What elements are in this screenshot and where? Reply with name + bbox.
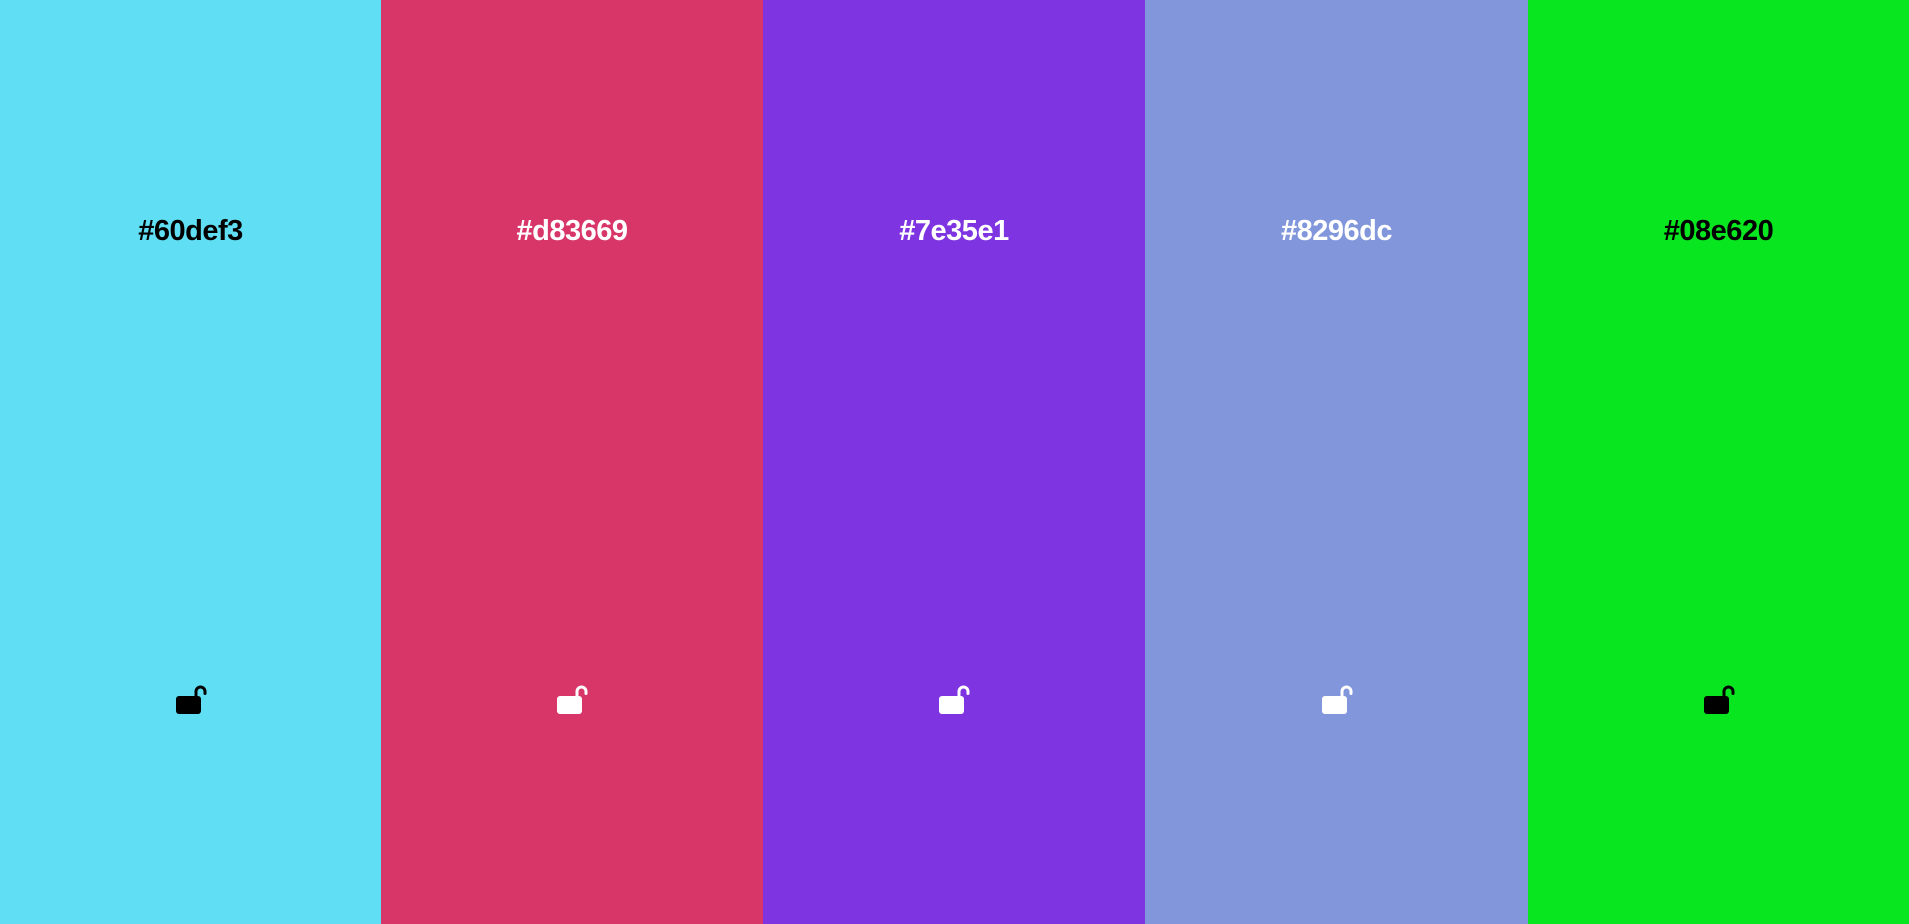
hex-code-label[interactable]: #60def3 [0, 211, 381, 251]
lock-toggle-button[interactable] [1699, 679, 1739, 719]
color-swatch: #d83669 [381, 0, 763, 924]
unlocked-padlock-icon [1703, 685, 1734, 714]
color-swatch: #60def3 [0, 0, 381, 924]
color-swatch: #08e620 [1528, 0, 1909, 924]
hex-code-label[interactable]: #7e35e1 [763, 211, 1145, 251]
lock-toggle-button[interactable] [1317, 679, 1357, 719]
lock-toggle-button[interactable] [934, 679, 974, 719]
hex-code-label[interactable]: #8296dc [1145, 211, 1528, 251]
hex-code-label[interactable]: #d83669 [381, 211, 763, 251]
lock-toggle-button[interactable] [552, 679, 592, 719]
color-swatch: #8296dc [1145, 0, 1528, 924]
color-swatch: #7e35e1 [763, 0, 1145, 924]
color-palette: #60def3 #d83669 #7e35e1 #8296dc #08e620 [0, 0, 1909, 924]
unlocked-padlock-icon [939, 685, 970, 714]
unlocked-padlock-icon [175, 685, 206, 714]
hex-code-label[interactable]: #08e620 [1528, 211, 1909, 251]
unlocked-padlock-icon [557, 685, 588, 714]
lock-toggle-button[interactable] [171, 679, 211, 719]
unlocked-padlock-icon [1321, 685, 1352, 714]
